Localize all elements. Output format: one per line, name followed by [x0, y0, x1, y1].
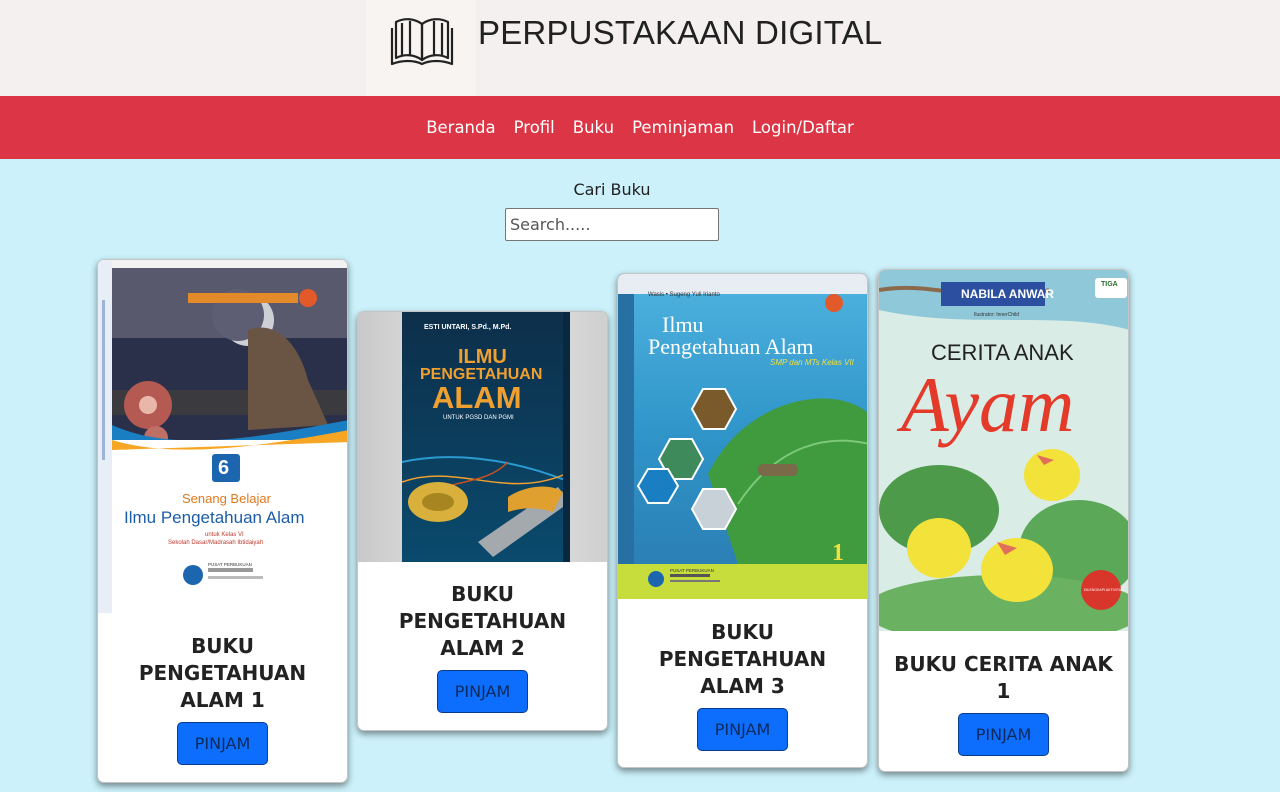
- cover1-line2: Ilmu Pengetahuan Alam: [124, 508, 305, 527]
- pinjam-button-1[interactable]: PINJAM: [177, 722, 268, 765]
- nav-buku[interactable]: Buku: [573, 118, 614, 137]
- nav-peminjaman[interactable]: Peminjaman: [632, 118, 734, 137]
- card-body-2: BUKU PENGETAHUAN ALAM 2 PINJAM: [358, 562, 607, 713]
- nav-profil[interactable]: Profil: [514, 118, 555, 137]
- search-input[interactable]: [505, 208, 719, 241]
- book-cover-3: Wasis • Sugeng Yuli Irianto Ilmu Pengeta…: [618, 274, 867, 599]
- cover1-grade: 6: [218, 457, 230, 479]
- cover2-line3: ALAM: [432, 380, 522, 415]
- nav-login-daftar[interactable]: Login/Daftar: [752, 118, 854, 137]
- cover1-line1: Senang Belajar: [182, 491, 271, 506]
- book-title-1: BUKU PENGETAHUAN ALAM 1: [138, 634, 307, 712]
- nav-beranda[interactable]: Beranda: [426, 118, 495, 137]
- cover4-line2: Ayam: [901, 361, 1075, 448]
- open-book-icon: [390, 18, 454, 66]
- cover3-publisher: PUSAT PERBUKUAN: [670, 568, 714, 573]
- cover3-authors: Wasis • Sugeng Yuli Irianto: [648, 292, 720, 298]
- cover4-author: NABILA ANWAR: [961, 287, 1055, 301]
- cover4-badge: DILENGKAPI AKTIVITAS: [1084, 588, 1124, 592]
- pinjam-button-4[interactable]: PINJAM: [958, 713, 1049, 756]
- book-card-2: ESTI UNTARI, S.Pd., M.Pd. ILMU PENGETAHU…: [357, 311, 608, 731]
- cover3-volume: 1: [832, 540, 844, 566]
- book-cover-2: ESTI UNTARI, S.Pd., M.Pd. ILMU PENGETAHU…: [358, 312, 607, 562]
- book-cover-4: NABILA ANWAR TIGA Ilustrator: InnerChild…: [879, 270, 1128, 631]
- book-card-4: NABILA ANWAR TIGA Ilustrator: InnerChild…: [878, 269, 1129, 772]
- cover3-line2: Pengetahuan Alam: [648, 334, 814, 359]
- main-navbar: Beranda Profil Buku Peminjaman Login/Daf…: [0, 96, 1280, 159]
- book-title-2: BUKU PENGETAHUAN ALAM 2: [398, 582, 567, 660]
- card-body-3: BUKU PENGETAHUAN ALAM 3 PINJAM: [618, 599, 867, 751]
- cover2-author: ESTI UNTARI, S.Pd., M.Pd.: [424, 324, 512, 331]
- site-title: PERPUSTAKAAN DIGITAL: [478, 14, 883, 51]
- search-label: Cari Buku: [573, 180, 651, 199]
- site-header: PERPUSTAKAAN DIGITAL: [0, 0, 1280, 96]
- pinjam-button-3[interactable]: PINJAM: [697, 708, 788, 751]
- book-card-3: Wasis • Sugeng Yuli Irianto Ilmu Pengeta…: [617, 273, 868, 768]
- book-cover-1: 6 Senang Belajar Ilmu Pengetahuan Alam u…: [98, 260, 347, 613]
- cover4-illustrator: Ilustrator: InnerChild: [974, 312, 1020, 318]
- cover1-line4: Sekolah Dasar/Madrasah Ibtidaiyah: [168, 540, 264, 546]
- cover3-line3: SMP dan MTs Kelas VII: [770, 358, 854, 367]
- book-title-4: BUKU CERITA ANAK 1: [894, 652, 1113, 703]
- pinjam-button-2[interactable]: PINJAM: [437, 670, 528, 713]
- cover1-line3: untuk Kelas VI: [205, 532, 244, 538]
- book-title-3: BUKU PENGETAHUAN ALAM 3: [658, 620, 827, 698]
- cover1-publisher: PUSAT PERBUKUAN: [208, 562, 252, 567]
- cover2-line4: UNTUK PGSD DAN PGMI: [443, 415, 514, 421]
- book-card-1: 6 Senang Belajar Ilmu Pengetahuan Alam u…: [97, 259, 348, 783]
- card-body-4: BUKU CERITA ANAK 1 PINJAM: [879, 631, 1128, 756]
- card-body-1: BUKU PENGETAHUAN ALAM 1 PINJAM: [98, 613, 347, 765]
- cover4-publisher: TIGA: [1101, 281, 1118, 288]
